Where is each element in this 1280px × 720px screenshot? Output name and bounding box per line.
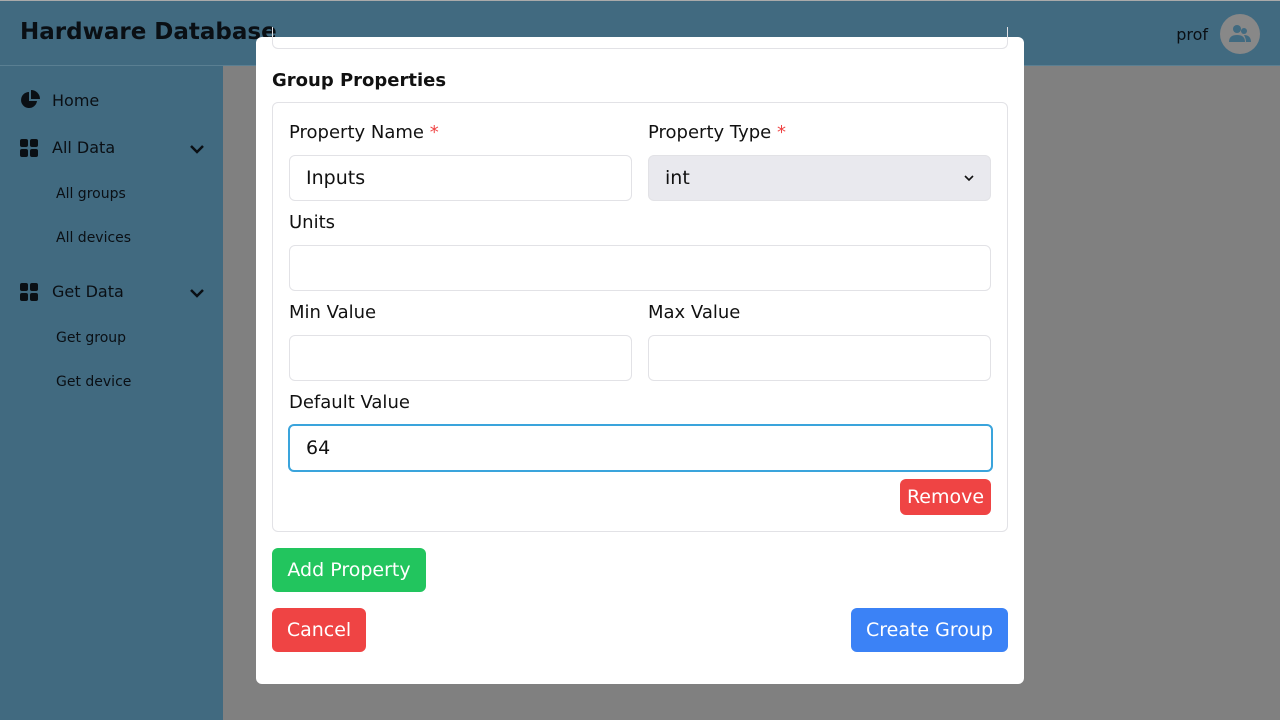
min-value-input[interactable] [289, 335, 632, 381]
max-value-label: Max Value [648, 302, 741, 323]
default-value-input[interactable]: 64 [288, 424, 993, 472]
sidebar-subitem-get-group[interactable]: Get group [56, 330, 126, 346]
property-card: Property Name * Inputs Property Type * i… [272, 102, 1008, 532]
sidebar-item-label: Get Data [52, 282, 124, 301]
sidebar-item-label: Home [52, 90, 100, 110]
section-title: Group Properties [272, 70, 447, 91]
create-group-modal: Group Properties Property Name * Inputs … [256, 27, 1024, 684]
sidebar-item-get-data[interactable]: Get Data [20, 282, 124, 301]
create-group-button[interactable]: Create Group [851, 608, 1008, 652]
property-name-label: Property Name * [289, 122, 439, 143]
max-value-input[interactable] [648, 335, 991, 381]
chevron-down-icon[interactable] [189, 288, 205, 298]
grid-icon [20, 282, 40, 301]
chevron-down-icon [964, 175, 974, 182]
sidebar-item-label: All Data [52, 138, 116, 157]
property-type-select[interactable]: int [648, 155, 991, 201]
username[interactable]: prof [1176, 25, 1208, 44]
grid-icon [20, 138, 40, 157]
sidebar-subitem-get-device[interactable]: Get device [56, 374, 131, 390]
default-value-label: Default Value [289, 392, 410, 413]
sidebar-subitem-all-groups[interactable]: All groups [56, 186, 126, 202]
units-label: Units [289, 212, 336, 233]
sidebar-item-all-data[interactable]: All Data [20, 138, 115, 157]
add-property-button[interactable]: Add Property [272, 548, 426, 592]
units-input[interactable] [289, 245, 991, 291]
property-name-input[interactable]: Inputs [289, 155, 632, 201]
app-title: Hardware Database [20, 19, 277, 45]
user-avatar[interactable] [1220, 14, 1260, 54]
pie-chart-icon [20, 90, 40, 110]
property-type-label: Property Type * [648, 122, 786, 143]
min-value-label: Min Value [289, 302, 377, 323]
selected-value: int [665, 167, 690, 189]
remove-property-button[interactable]: Remove [900, 479, 991, 515]
sidebar: Home All Data All groups All devices Get… [0, 66, 223, 720]
sidebar-item-home[interactable]: Home [20, 90, 99, 110]
sidebar-subitem-all-devices[interactable]: All devices [56, 230, 131, 246]
users-icon [1229, 25, 1251, 42]
previous-field[interactable] [272, 27, 1008, 49]
chevron-down-icon[interactable] [189, 144, 205, 154]
cancel-button[interactable]: Cancel [272, 608, 366, 652]
